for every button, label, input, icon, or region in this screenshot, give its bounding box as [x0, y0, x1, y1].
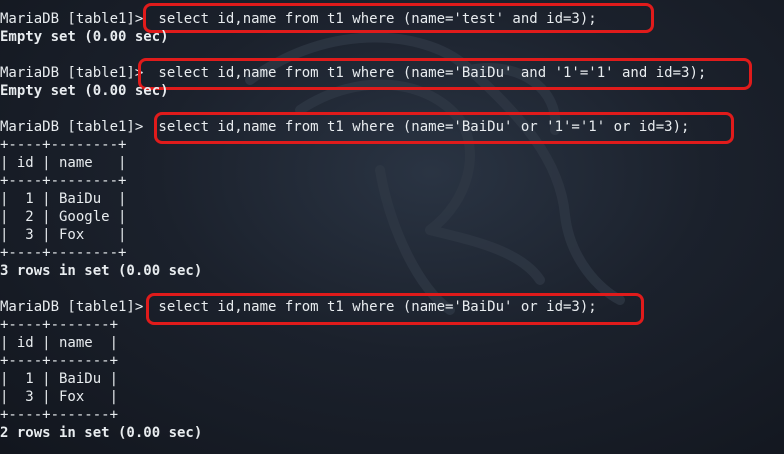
table-border: +----+-------+	[0, 353, 119, 369]
table-header: | id | name |	[0, 155, 127, 171]
prompt: MariaDB [table1]>	[0, 65, 144, 81]
sql-command[interactable]: select id,name from t1 where (name='BaiD…	[150, 64, 706, 82]
result-status: Empty set (0.00 sec)	[0, 83, 169, 99]
table-row: | 3 | Fox |	[0, 227, 127, 243]
sql-command[interactable]: select id,name from t1 where (name='test…	[150, 10, 596, 28]
result-status: Empty set (0.00 sec)	[0, 29, 169, 45]
sql-command[interactable]: select id,name from t1 where (name='BaiD…	[150, 118, 689, 136]
table-row: | 1 | BaiDu |	[0, 371, 119, 387]
prompt: MariaDB [table1]>	[0, 299, 144, 315]
table-border: +----+-------+	[0, 317, 119, 333]
table-border: +----+-------+	[0, 407, 119, 423]
table-border: +----+--------+	[0, 245, 127, 261]
table-border: +----+--------+	[0, 173, 127, 189]
prompt: MariaDB [table1]>	[0, 11, 144, 27]
table-header: | id | name |	[0, 335, 119, 351]
table-border: +----+--------+	[0, 137, 127, 153]
result-status: 2 rows in set (0.00 sec)	[0, 425, 203, 441]
sql-command[interactable]: select id,name from t1 where (name='BaiD…	[150, 298, 596, 316]
table-row: | 3 | Fox |	[0, 389, 119, 405]
table-row: | 2 | Google |	[0, 209, 127, 225]
table-row: | 1 | BaiDu |	[0, 191, 127, 207]
result-status: 3 rows in set (0.00 sec)	[0, 263, 203, 279]
prompt: MariaDB [table1]>	[0, 119, 144, 135]
